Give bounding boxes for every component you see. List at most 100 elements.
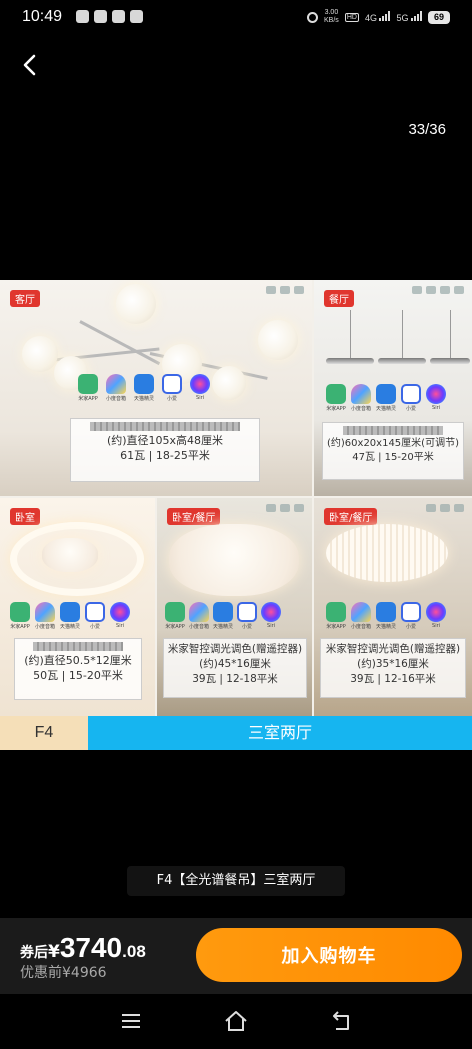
menu-button[interactable] (118, 1008, 144, 1034)
notification-icons (76, 10, 143, 23)
app-label: 米家APP (165, 624, 185, 630)
model-label: F4 (0, 716, 88, 750)
product-image[interactable]: 客厅 米家APP 小度音箱 天猫精灵 小爱 Siri (约)直径105x高48厘… (0, 280, 472, 750)
shield-notification-icon (112, 10, 125, 23)
spec-dimensions: (约)35*16厘米 (357, 658, 429, 670)
feature-icons (412, 286, 464, 294)
siri-app: Siri (426, 602, 447, 630)
add-to-cart-button[interactable]: 加入购物车 (196, 928, 462, 982)
smart-app-row: 米家APP 小度音箱 天猫精灵 小爱 Siri (10, 602, 131, 630)
siri-app: Siri (261, 602, 282, 630)
app-label: Siri (267, 623, 276, 629)
spec-box: (约)直径50.5*12厘米 50瓦 | 15-20平米 (14, 638, 142, 700)
spec-dimensions: (约)直径105x高48厘米 (106, 434, 224, 447)
app-label: 小度音箱 (189, 624, 210, 630)
spec-box: 米家智控调光调色(赠遥控器) (约)35*16厘米 39瓦 | 12-16平米 (320, 638, 466, 698)
tmall-genie-icon (213, 602, 234, 622)
tmall-genie-app: 天猫精灵 (213, 602, 233, 630)
app-label: Siri (432, 623, 441, 629)
siri-icon (110, 602, 131, 622)
signal-5g: 5G (396, 11, 422, 23)
room-tag: 卧室 (10, 508, 40, 525)
clock: 10:49 (22, 8, 63, 25)
cloud-lamp-core (42, 538, 98, 572)
purchase-bar: 券后 ¥ 3740 .08 优惠前¥4966 加入购物车 (0, 918, 472, 994)
mail-notification-icon (94, 10, 107, 23)
menu-icon (122, 1014, 140, 1028)
spec-box: 米家智控调光调色(赠遥控器) (约)45*16厘米 39瓦 | 12-18平米 (163, 638, 307, 698)
xiaodu-icon (35, 602, 55, 622)
price-prefix: 券后 (20, 945, 48, 961)
app-label: 小度音箱 (351, 406, 372, 412)
xiaoai-icon (401, 384, 422, 404)
tmall-genie-app: 天猫精灵 (376, 602, 396, 630)
home-icon (225, 1011, 247, 1031)
spec-dimensions: (约)45*16厘米 (199, 658, 271, 670)
tmall-genie-app: 天猫精灵 (134, 374, 154, 402)
siri-icon (426, 384, 447, 404)
xiaoai-app: 小爱 (401, 384, 422, 412)
battery-icon: 69 (428, 10, 450, 24)
spec-power: 50瓦 | 15-20平米 (33, 669, 123, 682)
xiaodu-app: 小度音箱 (106, 374, 126, 402)
spec-power: 47瓦 | 15-20平米 (352, 452, 434, 463)
siri-app: Siri (426, 384, 447, 412)
signal-4g: 4G (365, 11, 391, 23)
back-nav-button[interactable] (328, 1008, 354, 1034)
spec-feature: 米家智控调光调色(赠遥控器) (325, 643, 461, 655)
home-button[interactable] (223, 1008, 249, 1034)
mi-home-icon (326, 602, 346, 622)
xiaodu-app: 小度音箱 (189, 602, 209, 630)
bedroom-dining-panel-2: 卧室/餐厅 米家APP 小度音箱 天猫精灵 小爱 Siri 米家智控调光调色(赠… (314, 498, 472, 716)
mi-home-app: 米家APP (165, 602, 185, 630)
image-caption: F4【全光谱餐吊】三室两厅 (127, 866, 345, 896)
smart-app-row: 米家APP 小度音箱 天猫精灵 小爱 Siri (326, 384, 447, 412)
app-label: 小爱 (167, 396, 178, 402)
feature-icons (426, 504, 464, 512)
xiaodu-icon (106, 374, 126, 394)
xiaoai-icon (237, 602, 258, 622)
app-label: 米家APP (326, 406, 346, 412)
xiaodu-icon (351, 384, 371, 404)
xiaoai-app: 小爱 (401, 602, 422, 630)
app-label: 天猫精灵 (134, 396, 155, 402)
hd-icon: HD (344, 12, 359, 22)
xiaodu-icon (189, 602, 209, 622)
app-label: Siri (116, 623, 125, 629)
pendant-cord (450, 310, 451, 358)
currency-symbol: ¥ (48, 942, 60, 962)
app-label: 小爱 (242, 624, 253, 630)
app-label: 小爱 (406, 624, 417, 630)
smart-app-row: 米家APP 小度音箱 天猫精灵 小爱 Siri (326, 602, 447, 630)
smart-app-row: 米家APP 小度音箱 天猫精灵 小爱 Siri (165, 602, 282, 630)
net-speed-value: 3.00 (324, 9, 339, 16)
mi-home-app: 米家APP (78, 374, 98, 402)
app-notification-icon (76, 10, 89, 23)
pendant-lamp (326, 358, 374, 364)
mi-home-icon (326, 384, 346, 404)
xiaodu-icon (351, 602, 371, 622)
coupon-price: 券后 ¥ 3740 .08 (20, 932, 146, 964)
xiaoai-icon (85, 602, 106, 622)
net-speed: 3.00 KB/s (324, 9, 339, 25)
app-label: 米家APP (10, 624, 30, 630)
mi-home-icon (78, 374, 98, 394)
room-tag: 卧室/餐厅 (324, 508, 378, 525)
app-label: 天猫精灵 (376, 406, 397, 412)
round-lamp (326, 524, 448, 582)
spec-dimensions: (约)直径50.5*12厘米 (24, 654, 132, 667)
living-room-panel: 客厅 米家APP 小度音箱 天猫精灵 小爱 Siri (约)直径105x高48厘… (0, 280, 312, 496)
back-button[interactable] (18, 52, 44, 78)
app-label: 小度音箱 (351, 624, 372, 630)
spec-box: (约)直径105x高48厘米 61瓦 | 18-25平米 (70, 418, 260, 482)
app-label: 天猫精灵 (60, 624, 81, 630)
blurred-text (90, 422, 240, 431)
mi-home-icon (10, 602, 30, 622)
image-page-counter: 33/36 (408, 121, 446, 138)
blurred-text (343, 426, 443, 435)
chandelier-arm (79, 320, 161, 366)
status-bar: 10:49 3.00 KB/s HD 4G 5G 69 (0, 0, 472, 36)
pendant-lamp (378, 358, 426, 364)
blurred-text (33, 642, 123, 651)
tmall-genie-icon (376, 384, 397, 404)
